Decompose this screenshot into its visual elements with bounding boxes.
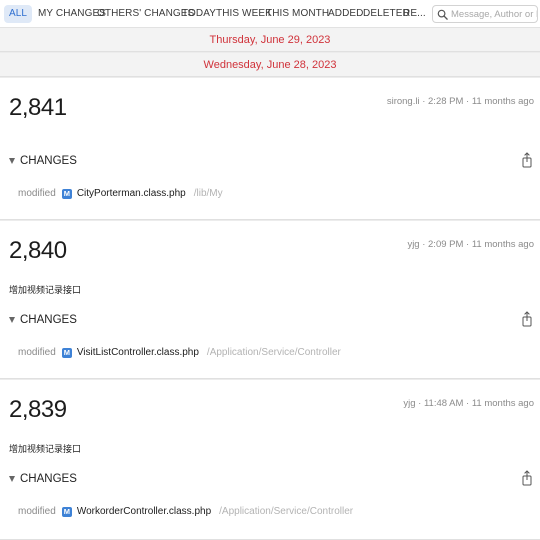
changes-toggle[interactable]: CHANGES bbox=[9, 314, 77, 326]
revision-number: 2,840 bbox=[9, 237, 67, 264]
commit-message: 增加视频记录接口 bbox=[9, 285, 82, 295]
date-header-wednesday: Wednesday, June 28, 2023 bbox=[0, 53, 540, 77]
file-path: /Application/Service/Controller bbox=[206, 347, 341, 358]
filter-more[interactable]: RE... bbox=[403, 8, 426, 20]
disclosure-triangle-icon bbox=[9, 476, 15, 482]
file-status: modified bbox=[18, 347, 56, 358]
disclosure-triangle-icon bbox=[9, 317, 15, 323]
filter-this-week[interactable]: THIS WEEK bbox=[216, 8, 272, 20]
changed-file-row[interactable]: modified M WorkorderController.class.php… bbox=[18, 506, 353, 517]
commit-entry[interactable]: 2,841 sirong.li · 2:28 PM · 11 months ag… bbox=[0, 78, 540, 220]
search-field[interactable] bbox=[432, 5, 538, 23]
filter-toolbar: ALL MY CHANGES OTHERS' CHANGES TODAY THI… bbox=[0, 0, 540, 28]
file-name: CityPorterman.class.php bbox=[76, 188, 186, 199]
file-name: VisitListController.class.php bbox=[76, 347, 199, 358]
file-name: WorkorderController.class.php bbox=[76, 506, 212, 517]
changes-toggle[interactable]: CHANGES bbox=[9, 473, 77, 485]
commit-meta: sirong.li · 2:28 PM · 11 months ago bbox=[386, 96, 534, 107]
filter-this-month[interactable]: THIS MONTH bbox=[266, 8, 329, 20]
file-path: /Application/Service/Controller bbox=[219, 506, 354, 517]
commit-message: 增加视频记录接口 bbox=[9, 444, 82, 454]
revision-number: 2,841 bbox=[9, 94, 67, 121]
share-icon[interactable] bbox=[522, 152, 532, 168]
modified-badge-icon: M bbox=[61, 506, 72, 517]
commit-meta: yjg · 11:48 AM · 11 months ago bbox=[403, 398, 534, 409]
commit-meta: yjg · 2:09 PM · 11 months ago bbox=[407, 239, 534, 250]
search-icon bbox=[437, 9, 448, 20]
share-icon[interactable] bbox=[522, 470, 532, 486]
filter-my-changes[interactable]: MY CHANGES bbox=[38, 8, 106, 20]
filter-added[interactable]: ADDED bbox=[328, 8, 364, 20]
changed-file-row[interactable]: modified M CityPorterman.class.php /lib/… bbox=[18, 188, 223, 199]
changes-label: CHANGES bbox=[20, 473, 77, 485]
file-status: modified bbox=[18, 188, 56, 199]
filter-others-changes[interactable]: OTHERS' CHANGES bbox=[97, 8, 194, 20]
commit-entry[interactable]: 2,840 yjg · 2:09 PM · 11 months ago 增加视频… bbox=[0, 221, 540, 379]
filter-all[interactable]: ALL bbox=[4, 5, 33, 23]
file-status: modified bbox=[18, 506, 56, 517]
modified-badge-icon: M bbox=[61, 347, 72, 358]
changed-file-row[interactable]: modified M VisitListController.class.php… bbox=[18, 347, 341, 358]
commit-entry[interactable]: 2,839 yjg · 11:48 AM · 11 months ago 增加视… bbox=[0, 380, 540, 540]
date-header-thursday: Thursday, June 29, 2023 bbox=[0, 28, 540, 52]
changes-label: CHANGES bbox=[20, 314, 77, 326]
changes-toggle[interactable]: CHANGES bbox=[9, 155, 77, 167]
changes-label: CHANGES bbox=[20, 155, 77, 167]
file-path: /lib/My bbox=[193, 188, 223, 199]
search-input[interactable] bbox=[451, 6, 537, 22]
filter-today[interactable]: TODAY bbox=[182, 8, 216, 20]
disclosure-triangle-icon bbox=[9, 158, 15, 164]
share-icon[interactable] bbox=[522, 311, 532, 327]
revision-number: 2,839 bbox=[9, 396, 67, 423]
modified-badge-icon: M bbox=[61, 188, 72, 199]
